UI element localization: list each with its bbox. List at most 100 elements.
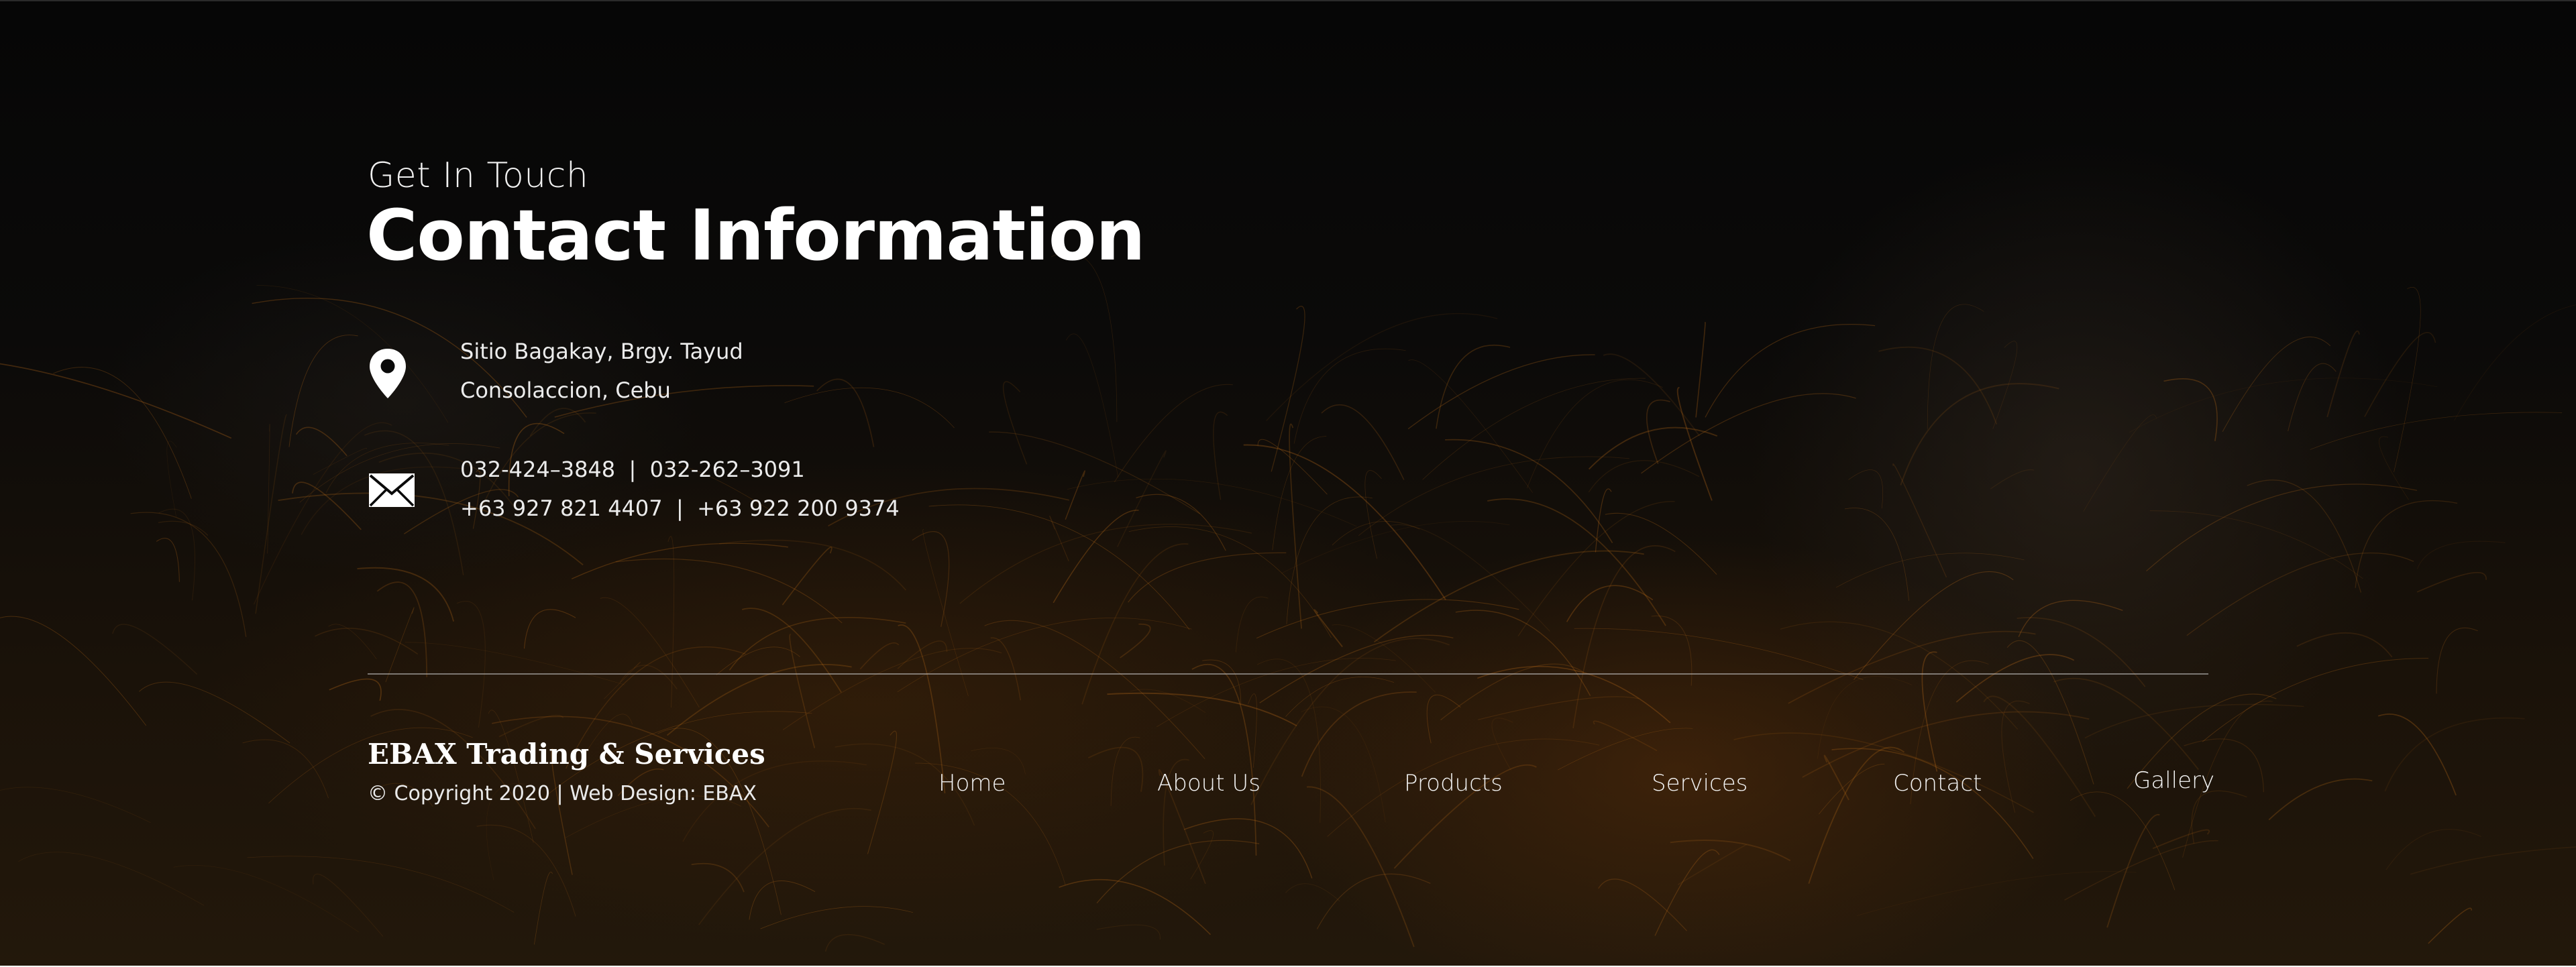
spark-streak [1526,379,1663,489]
spark-streak [1854,571,2014,681]
spark-streak [255,414,288,614]
spark-streak [867,730,898,854]
spark-streak [1844,508,1909,601]
spark-streak [1676,387,1713,501]
copyright-text: © Copyright 2020 | Web Design: EBAX [368,782,757,805]
footer-divider [368,673,2208,675]
spark-streak [1301,706,1386,823]
spark-streak [1065,470,1085,520]
nav-link-contact[interactable]: Contact [1893,770,1982,797]
spark-streak [1654,849,1720,936]
spark-streak [816,378,875,447]
spark-streak [1651,615,1693,686]
spark-streak [1780,621,2019,730]
spark-streak [2394,287,2421,472]
spark-streak [2436,627,2478,694]
spark-streak [898,624,946,794]
spark-streak [2018,600,2123,637]
spark-streak [2083,414,2157,512]
spark-streak [1695,322,1706,418]
spark-streak [1677,844,1747,885]
spark-streak [1107,692,1297,727]
spark-streak [1823,754,1849,801]
spark-streak [0,616,147,726]
spark-streak [2247,479,2362,593]
spark-streak [1213,411,1228,500]
spark-streak [571,543,788,579]
spark-streak [2070,791,2176,891]
spark-streak [824,933,885,952]
spark-streak [789,634,816,748]
spark-streak [1878,346,1998,425]
spark-streak [1067,478,1357,527]
spark-streak [2084,703,2304,739]
spark-streak [1321,404,1405,480]
spark-streak [615,559,843,624]
spark-streak [1407,354,1595,430]
spark-streak [2268,778,2373,821]
spark-streak [922,529,969,697]
spark-streak [1096,840,1260,904]
spark-streak [2379,436,2409,500]
spark-streak [456,601,486,728]
spark-streak [533,872,553,945]
spark-streak [1921,651,1938,772]
spark-streak [859,642,900,670]
spark-streak [1927,304,1984,430]
spark-streak [1818,763,1885,815]
spark-streak [716,646,800,675]
nav-link-gallery[interactable]: Gallery [2133,767,2214,794]
spark-streak [2416,541,2506,569]
nav-link-services[interactable]: Services [1652,770,1748,797]
spark-streak [990,637,1022,701]
brand-name: EBAX Trading & Services [368,738,765,771]
spark-streak [1293,348,1406,444]
nav-link-about-us[interactable]: About Us [1157,770,1260,797]
spark-streak [1272,436,1327,551]
spark-streak [691,862,745,893]
nav-link-products[interactable]: Products [1404,770,1503,797]
address-line-1: Sitio Bagakay, Brgy. Tayud [460,339,743,364]
spark-streak [1955,654,2075,703]
spark-streak [130,512,247,637]
spark-streak [1257,439,1328,495]
spark-streak [2053,677,2199,771]
spark-streak [1259,634,1454,703]
spark-streak [619,665,678,689]
spark-streak [760,906,914,929]
spark-streak [984,620,1205,759]
spark-streak [1831,748,2034,859]
spark-streak [1096,924,1161,940]
spark-streak [385,607,415,683]
spark-streak [1313,609,1343,648]
spark-streak [1087,746,1144,792]
top-border [0,0,2576,1]
spark-streak [1983,695,2096,817]
nav-link-home[interactable]: Home [938,770,1006,797]
spark-streak [600,597,700,708]
spark-streak [1136,494,1226,551]
spark-streak [112,624,198,675]
section-subtitle: Get In Touch [368,156,589,196]
spark-streak [2163,378,2218,441]
spark-streak [1478,696,1640,720]
spark-streak [173,865,360,933]
spark-streak [53,367,192,499]
spark-streak [1892,463,1947,578]
spark-streak [1455,610,1591,696]
spark-streak [718,539,907,591]
spark-streak [292,481,362,530]
spark-streak [1598,878,1687,931]
spark-streak [2377,713,2457,796]
spark-streak [139,681,290,744]
spark-streak [166,441,177,518]
spark-streak [1059,878,1212,935]
spark-streak [1848,469,1884,509]
spark-streak [488,709,534,843]
spark-streak [295,426,347,457]
spark-streak [729,617,906,671]
spark-streak [784,387,955,429]
spark-streak [1117,450,1167,547]
spark-streak [18,852,205,906]
spark-streak [2410,846,2576,875]
